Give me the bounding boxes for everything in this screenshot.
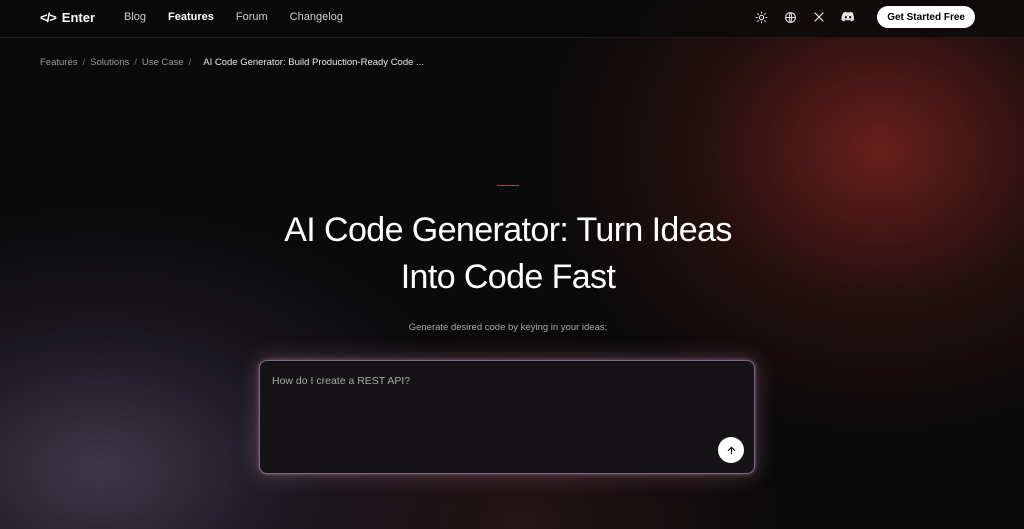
page-title-line-1: AI Code Generator: Turn Ideas [284,211,732,249]
code-slash-icon: </> [40,10,57,25]
breadcrumb-current: AI Code Generator: Build Production-Read… [203,57,424,68]
accent-divider [497,185,519,186]
brand-name: Enter [61,10,96,25]
brand-logo[interactable]: </> Enter [40,10,95,25]
arrow-up-icon [727,446,735,454]
breadcrumb-item-use-case[interactable]: Use Case [142,57,184,68]
nav-links: Blog Features Forum Changelog [124,11,365,23]
globe-icon[interactable] [783,10,797,24]
page-title-line-2: Into Code Fast [400,258,616,296]
send-button[interactable] [718,437,744,463]
breadcrumb-separator: / [82,57,86,68]
page-title: AI Code Generator: Turn Ideas Into Code … [0,207,1016,301]
x-logo-icon[interactable] [812,10,826,24]
get-started-button[interactable]: Get Started Free [877,6,975,28]
breadcrumb-separator: / [188,57,192,68]
page-subtitle: Generate desired code by keying in your … [408,322,608,333]
sun-icon[interactable] [754,10,768,24]
nav-actions: Get Started Free [754,6,975,28]
nav-link-forum[interactable]: Forum [236,11,268,23]
breadcrumb: Features / Solutions / Use Case / AI Cod… [40,57,424,68]
breadcrumb-item-solutions[interactable]: Solutions [90,57,129,68]
prompt-box [259,360,755,474]
nav-link-features[interactable]: Features [168,11,214,23]
nav-link-blog[interactable]: Blog [124,11,146,23]
discord-icon[interactable] [841,10,855,24]
breadcrumb-item-features[interactable]: Features [40,57,78,68]
top-navbar: </> Enter Blog Features Forum Changelog [0,0,1024,38]
breadcrumb-separator: / [134,57,137,68]
prompt-input[interactable] [270,373,714,437]
nav-link-changelog[interactable]: Changelog [290,11,343,23]
